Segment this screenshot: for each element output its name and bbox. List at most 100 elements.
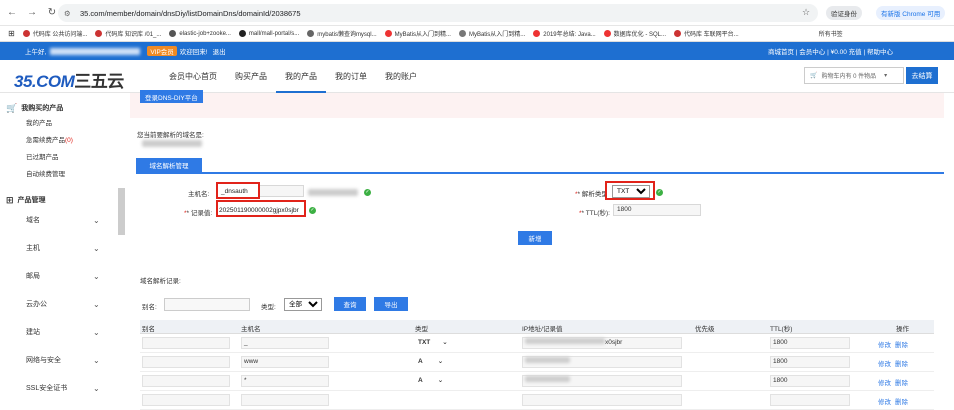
sidebar-group-host[interactable]: 主机 ⌄ <box>0 235 118 263</box>
logo[interactable]: 35.COM三五云 <box>14 67 124 92</box>
top-links[interactable]: 商城首页 | 会员中心 | ¥0.00 充值 | 帮助中心 <box>768 46 893 56</box>
type-filter-select[interactable]: 全部 <box>284 298 322 311</box>
bookmark-item[interactable]: elastic-job+zooke... <box>169 30 231 37</box>
ttl-cell[interactable]: 1800 <box>770 356 850 368</box>
sidebar-group-site[interactable]: 建站 ⌄ <box>0 319 118 347</box>
alias-filter-input[interactable] <box>164 298 250 311</box>
sidebar-item-my-products[interactable]: 我的产品 <box>0 115 118 132</box>
add-record-button[interactable]: 新增 <box>518 231 552 245</box>
site-header: 35.COM三五云 会员中心首页 购买产品 我的产品 我的订单 我的账户 🛒 购物… <box>0 60 954 93</box>
sidebar-section-manage: ⊞ 产品管理 <box>6 194 46 205</box>
bookmark-item[interactable]: MyBatis从入门到精... <box>384 29 451 38</box>
edit-link[interactable]: 修改 <box>878 396 891 406</box>
sidebar-scrollbar[interactable] <box>118 188 125 235</box>
type-cell[interactable]: A ⌄ <box>418 376 443 384</box>
notice-bar <box>130 93 944 118</box>
priority-cell[interactable] <box>695 337 765 349</box>
address-bar[interactable]: ⚙ 35.com/member/domain/dnsDiy/listDomain… <box>58 4 818 22</box>
export-button[interactable]: 导出 <box>374 297 408 311</box>
chevron-down-icon: ⌄ <box>93 328 100 337</box>
host-cell[interactable] <box>241 394 329 406</box>
delete-link[interactable]: 删除 <box>895 377 908 387</box>
ttl-cell[interactable] <box>770 394 850 406</box>
value-cell[interactable] <box>522 375 682 387</box>
check-icon: ✓ <box>656 189 663 196</box>
sidebar-group-cloud-office[interactable]: 云办公 ⌄ <box>0 291 118 319</box>
apps-icon[interactable]: ⊞ <box>8 29 15 38</box>
nav-my-products[interactable]: 我的产品 <box>276 60 326 93</box>
main-nav: 会员中心首页 购买产品 我的产品 我的订单 我的账户 <box>160 60 426 93</box>
chevron-down-icon: ⌄ <box>93 216 100 225</box>
bookmark-item[interactable]: 2019年总结: Java... <box>533 29 596 38</box>
search-button[interactable]: 查询 <box>334 297 366 311</box>
sidebar: 🛒 我购买的产品 我的产品 急需续费产品(0) 已过期产品 自动续费管理 ⊞ 产品管… <box>0 93 118 400</box>
cart-box[interactable]: 🛒 购物车内有 0 件物品 ▾ <box>804 67 904 84</box>
host-cell[interactable]: www <box>241 356 329 368</box>
sidebar-group-mail[interactable]: 邮局 ⌄ <box>0 263 118 291</box>
table-row: 修改 删除 <box>140 391 934 410</box>
bookmark-item[interactable]: 数据库优化 - SQL... <box>603 29 666 38</box>
edit-link[interactable]: 修改 <box>878 358 891 368</box>
value-cell[interactable] <box>522 356 682 368</box>
sidebar-item-auto-renew[interactable]: 自动续费管理 <box>0 166 118 183</box>
col-value: IP地址/记录值 <box>522 326 563 333</box>
delete-link[interactable]: 删除 <box>895 358 908 368</box>
sidebar-item-urgent-renewal[interactable]: 急需续费产品(0) <box>0 132 118 149</box>
edit-link[interactable]: 修改 <box>878 339 891 349</box>
checkout-button[interactable]: 去结算 <box>906 67 938 84</box>
host-cell[interactable]: _ <box>241 337 329 349</box>
tab-bar: 域名解析管理 <box>136 158 944 174</box>
alias-cell[interactable] <box>142 394 230 406</box>
delete-link[interactable]: 删除 <box>895 339 908 349</box>
host-cell[interactable]: * <box>241 375 329 387</box>
bookmark-item[interactable]: 代码库 知识库 /01_... <box>95 29 161 38</box>
alias-cell[interactable] <box>142 356 230 368</box>
dns-diy-login-button[interactable]: 登录DNS-DIY平台 <box>140 90 203 103</box>
bookmark-item[interactable]: mall/mall-portal/s... <box>238 30 299 37</box>
grid-icon: ⊞ <box>6 194 14 205</box>
back-icon[interactable]: ← <box>4 5 20 21</box>
nav-my-orders[interactable]: 我的订单 <box>326 60 376 93</box>
ttl-cell[interactable]: 1800 <box>770 337 850 349</box>
chevron-down-icon: ⌄ <box>93 356 100 365</box>
edit-link[interactable]: 修改 <box>878 377 891 387</box>
bookmarks-bar: ⊞ 代码库 公共访问端... 代码库 知识库 /01_... elastic-j… <box>0 26 954 42</box>
nav-my-account[interactable]: 我的账户 <box>376 60 426 93</box>
chrome-update-button[interactable]: 有新版 Chrome 可用 <box>876 6 946 20</box>
welcome-text: 欢迎回来! <box>179 49 208 56</box>
verify-identity-button[interactable]: 验证身份 <box>826 6 862 20</box>
username-blurred <box>50 47 141 55</box>
sidebar-group-domain[interactable]: 域名 ⌄ <box>0 207 118 235</box>
alias-cell[interactable] <box>142 375 230 387</box>
ttl-input[interactable]: 1800 <box>613 204 701 216</box>
type-cell[interactable]: TXT ⌄ <box>418 338 448 346</box>
nav-member-home[interactable]: 会员中心首页 <box>160 60 226 93</box>
sidebar-group-network-security[interactable]: 网络与安全 ⌄ <box>0 347 118 375</box>
site-info-icon[interactable]: ⚙ <box>64 9 74 18</box>
ttl-cell[interactable]: 1800 <box>770 375 850 387</box>
record-value: 202501190000002gjpx0sjbr <box>219 207 299 214</box>
tab-dns-manage[interactable]: 域名解析管理 <box>136 158 202 172</box>
table-row: _ TXT ⌄ x0sjbr 1800 修改 删除 <box>140 334 934 353</box>
sidebar-group-ssl[interactable]: SSL安全证书 ⌄ <box>0 375 118 403</box>
forward-icon[interactable]: → <box>24 5 40 21</box>
bookmark-star-icon[interactable]: ☆ <box>802 7 810 18</box>
value-cell[interactable] <box>522 394 682 406</box>
col-priority: 优先级 <box>695 326 715 333</box>
host-label: 主机名: <box>188 191 210 198</box>
type-cell[interactable]: A ⌄ <box>418 357 443 365</box>
value-cell[interactable]: x0sjbr <box>522 337 682 349</box>
bookmark-item[interactable]: 代码库 车联网平台... <box>674 29 739 38</box>
logout-link[interactable]: 退出 <box>213 46 226 56</box>
sidebar-item-expired[interactable]: 已过期产品 <box>0 149 118 166</box>
bookmark-item[interactable]: mybatis懒查询mysql... <box>307 29 377 38</box>
table-row: www A ⌄ 1800 修改 删除 <box>140 353 934 372</box>
alias-cell[interactable] <box>142 337 230 349</box>
nav-buy-products[interactable]: 购买产品 <box>226 60 276 93</box>
delete-link[interactable]: 删除 <box>895 396 908 406</box>
browser-toolbar: ← → ↻ ⚙ 35.com/member/domain/dnsDiy/list… <box>0 0 954 26</box>
record-type-select[interactable]: TXT <box>612 185 650 198</box>
all-bookmarks[interactable]: 所有书签 <box>819 29 843 38</box>
bookmark-item[interactable]: MyBatis从入门到精... <box>458 29 525 38</box>
bookmark-item[interactable]: 代码库 公共访问端... <box>22 29 87 38</box>
